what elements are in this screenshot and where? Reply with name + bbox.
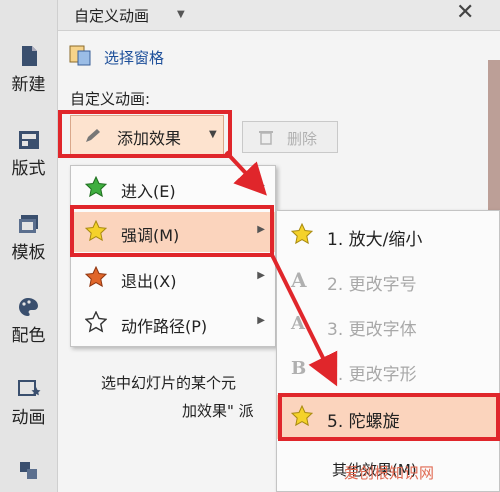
select-pane-label: 选择窗格 bbox=[104, 49, 165, 67]
chevron-right-icon: ▶ bbox=[257, 270, 265, 281]
submenu-item-spin[interactable]: 5. 陀螺旋 bbox=[277, 395, 499, 439]
outline-star-icon bbox=[85, 311, 107, 333]
menu-item-motion-path[interactable]: 动作路径(P) ▶ bbox=[71, 303, 275, 343]
submenu-item-label: 5. 陀螺旋 bbox=[327, 412, 400, 432]
animation-label: 动画 bbox=[11, 408, 46, 428]
yellow-star-icon bbox=[85, 220, 107, 242]
hint-text-line2: 加效果" 派 bbox=[182, 402, 254, 420]
layout-icon bbox=[18, 131, 39, 149]
select-pane-icon bbox=[69, 45, 91, 66]
new-doc-icon bbox=[21, 46, 37, 66]
new-label: 新建 bbox=[11, 75, 46, 95]
transition-icon bbox=[19, 462, 37, 479]
font-style-icon: B bbox=[291, 358, 307, 379]
pane-title[interactable]: 自定义动画 bbox=[74, 5, 149, 26]
menu-item-emphasis[interactable]: 强调(M) ▶ bbox=[71, 212, 275, 252]
chevron-right-icon: ▶ bbox=[257, 180, 265, 191]
layout-button[interactable]: 版式 bbox=[0, 128, 57, 179]
chevron-down-icon: ▼ bbox=[209, 129, 217, 140]
template-label: 模板 bbox=[11, 243, 46, 263]
left-toolbar: 新建 版式 模板 配色 动画 bbox=[0, 0, 58, 492]
delete-label: 删除 bbox=[287, 130, 318, 148]
menu-item-entrance[interactable]: 进入(E) ▶ bbox=[71, 168, 275, 208]
green-star-icon bbox=[85, 176, 107, 198]
palette-button[interactable]: 配色 bbox=[0, 295, 57, 346]
add-effect-menu: 进入(E) ▶ 强调(M) ▶ 退出(X) ▶ 动作路径(P) ▶ bbox=[70, 165, 276, 347]
submenu-item-label: 1. 放大/缩小 bbox=[327, 230, 423, 250]
chevron-right-icon: ▶ bbox=[257, 224, 265, 235]
pane-title-bar: 自定义动画 ▼ ✕ bbox=[58, 0, 500, 31]
grow-star-icon bbox=[291, 223, 313, 245]
more-button[interactable] bbox=[0, 458, 57, 482]
palette-icon bbox=[18, 298, 38, 316]
new-button[interactable]: 新建 bbox=[0, 44, 57, 95]
menu-item-label: 强调(M) bbox=[121, 226, 180, 245]
hint-text-line1: 选中幻灯片的某个元 bbox=[101, 374, 237, 392]
red-star-icon bbox=[85, 266, 107, 288]
submenu-item-label: 2. 更改字号 bbox=[327, 275, 417, 295]
submenu-item-grow-shrink[interactable]: 1. 放大/缩小 bbox=[277, 215, 499, 255]
watermark: 爱创根知识网 bbox=[344, 464, 435, 482]
menu-item-label: 进入(E) bbox=[121, 182, 176, 201]
submenu-item-font-face[interactable]: A 3. 更改字体 bbox=[277, 305, 499, 345]
menu-item-label: 动作路径(P) bbox=[121, 317, 208, 336]
add-effect-label: 添加效果 bbox=[117, 129, 182, 148]
menu-item-exit[interactable]: 退出(X) ▶ bbox=[71, 258, 275, 298]
template-icon bbox=[18, 215, 38, 233]
submenu-item-font-style[interactable]: B 4. 更改字形 bbox=[277, 350, 499, 390]
add-effect-button[interactable]: 添加效果 ▼ bbox=[70, 115, 224, 155]
font-face-icon: A bbox=[291, 313, 305, 334]
menu-item-label: 退出(X) bbox=[121, 272, 177, 291]
close-icon[interactable]: ✕ bbox=[456, 0, 474, 25]
font-size-icon: A bbox=[291, 268, 307, 292]
submenu-item-label: 4. 更改字形 bbox=[327, 365, 417, 385]
delete-button[interactable]: 删除 bbox=[242, 121, 338, 153]
animation-button[interactable]: 动画 bbox=[0, 377, 57, 428]
layout-label: 版式 bbox=[11, 159, 46, 179]
pencil-icon bbox=[86, 129, 100, 142]
animation-icon bbox=[17, 380, 40, 396]
template-button[interactable]: 模板 bbox=[0, 212, 57, 263]
chevron-right-icon: ▶ bbox=[257, 315, 265, 326]
submenu-item-font-size[interactable]: A 2. 更改字号 bbox=[277, 260, 499, 300]
spin-star-icon bbox=[291, 405, 313, 427]
submenu-item-label: 3. 更改字体 bbox=[327, 320, 417, 340]
emphasis-submenu: 1. 放大/缩小 A 2. 更改字号 A 3. 更改字体 B 4. 更改字形 5… bbox=[276, 210, 500, 492]
section-label: 自定义动画: bbox=[70, 90, 151, 108]
trash-icon bbox=[259, 131, 273, 145]
palette-label: 配色 bbox=[11, 326, 46, 346]
chevron-down-icon[interactable]: ▼ bbox=[177, 9, 185, 20]
